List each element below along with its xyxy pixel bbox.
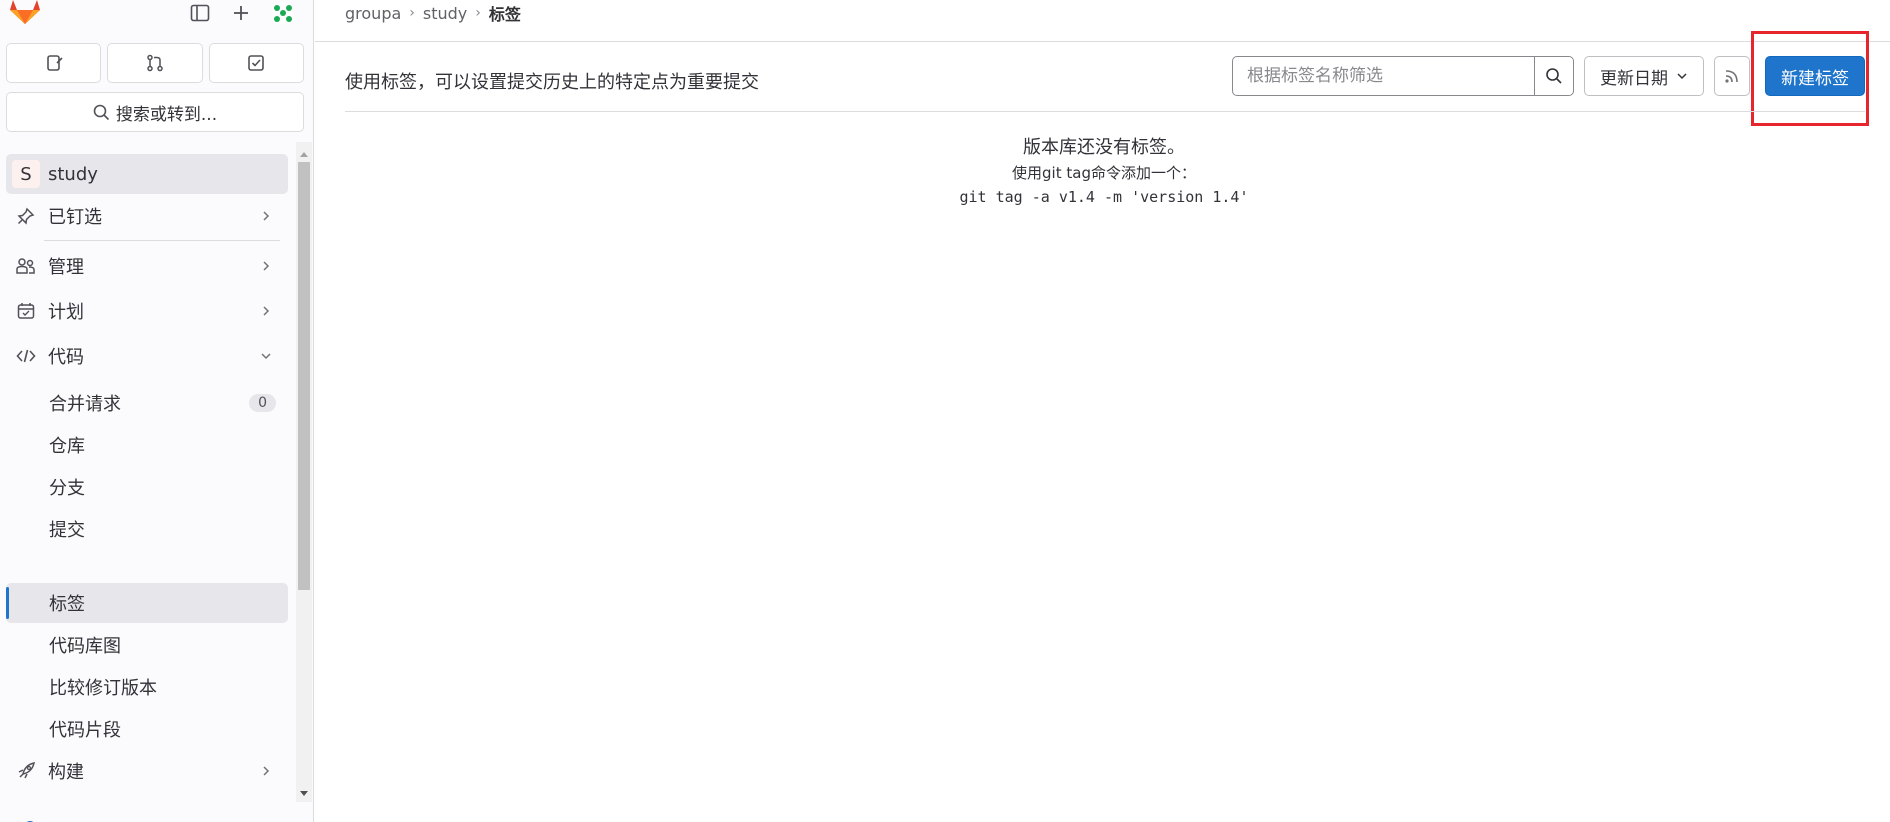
project-avatar: S xyxy=(12,160,40,188)
search-icon xyxy=(93,104,109,120)
sidebar-item-code[interactable]: 代码 xyxy=(6,336,288,376)
breadcrumb-separator-icon: › xyxy=(475,5,481,21)
scroll-up-arrow-icon[interactable] xyxy=(296,146,312,162)
sidebar-item-label: 计划 xyxy=(48,302,84,323)
filter-search-button[interactable] xyxy=(1534,56,1574,96)
sidebar-subitem-label: 标签 xyxy=(49,594,85,615)
sidebar-scrollbar[interactable] xyxy=(296,142,312,802)
chevron-right-icon xyxy=(256,305,276,317)
divider xyxy=(44,240,280,241)
sidebar-subitem-label: 合并请求 xyxy=(49,394,121,415)
breadcrumb-separator-icon: › xyxy=(409,5,415,21)
sidebar: 搜索或转到... 项目 S study 已钉选 管理 计划 代码 xyxy=(0,0,314,822)
header-divider xyxy=(315,41,1890,42)
todo-shortcut-button[interactable] xyxy=(208,43,304,83)
sidebar-item-plan[interactable]: 计划 xyxy=(6,291,288,331)
sidebar-item-pinned[interactable]: 已钉选 xyxy=(6,196,288,236)
project-item-study[interactable]: S study xyxy=(6,154,288,194)
sidebar-subitem-snippets[interactable]: 代码片段 xyxy=(6,709,288,749)
merge-request-icon xyxy=(147,54,163,72)
breadcrumb-group-link[interactable]: groupa xyxy=(345,4,401,23)
rss-icon xyxy=(1725,70,1738,83)
issues-icon xyxy=(46,55,63,71)
empty-state-hint: 使用git tag命令添加一个： xyxy=(1012,164,1196,182)
todo-icon xyxy=(248,55,265,71)
sidebar-item-build[interactable]: 构建 xyxy=(6,751,288,791)
sidebar-subitem-label: 分支 xyxy=(49,478,85,499)
sort-dropdown-label: 更新日期 xyxy=(1600,68,1668,89)
sidebar-nav: 项目 S study 已钉选 管理 计划 代码 合并请求 0 xyxy=(0,142,296,822)
merge-requests-shortcut-button[interactable] xyxy=(107,43,203,83)
sidebar-subitem-compare[interactable]: 比较修订版本 xyxy=(6,667,288,707)
sidebar-toggle-icon[interactable] xyxy=(183,0,217,26)
empty-state-title: 版本库还没有标签。 xyxy=(1023,137,1185,158)
pin-icon xyxy=(12,204,40,228)
empty-state-command: git tag -a v1.4 -m 'version 1.4' xyxy=(959,188,1249,206)
scroll-down-arrow-icon[interactable] xyxy=(296,786,312,802)
sidebar-subitem-label: 提交 xyxy=(49,520,85,541)
user-avatar-icon[interactable] xyxy=(266,0,300,26)
sidebar-item-label: 已钉选 xyxy=(48,207,102,228)
sidebar-subitem-label: 仓库 xyxy=(49,436,85,457)
search-icon xyxy=(1546,68,1562,84)
shortcut-row xyxy=(6,43,304,83)
chevron-right-icon xyxy=(256,260,276,272)
users-icon xyxy=(12,254,40,278)
scrollbar-thumb[interactable] xyxy=(298,162,310,590)
create-new-icon[interactable] xyxy=(224,0,258,26)
sidebar-subitem-merge-requests[interactable]: 合并请求 0 xyxy=(6,383,288,423)
chevron-down-icon xyxy=(1677,73,1687,80)
breadcrumb: groupa › study › 标签 xyxy=(345,1,521,25)
sidebar-subitem-label: 代码库图 xyxy=(49,636,121,657)
sidebar-subitem-label: 比较修订版本 xyxy=(49,678,157,699)
sidebar-item-label: 代码 xyxy=(48,347,84,368)
code-icon xyxy=(12,344,40,368)
sidebar-subitem-tags[interactable]: 标签 xyxy=(6,583,288,623)
page-description: 使用标签，可以设置提交历史上的特定点为重要提交 xyxy=(345,72,759,93)
sidebar-subitem-repository[interactable]: 仓库 xyxy=(6,425,288,465)
rss-feed-button[interactable] xyxy=(1714,56,1750,96)
calendar-icon xyxy=(12,299,40,323)
chevron-down-icon xyxy=(256,351,276,361)
sidebar-subitem-label: 代码片段 xyxy=(49,720,121,741)
chevron-right-icon xyxy=(256,210,276,222)
sidebar-top-bar xyxy=(0,0,314,44)
search-label: 搜索或转到... xyxy=(115,104,218,125)
breadcrumb-current[interactable]: 标签 xyxy=(489,1,521,25)
breadcrumb-project-link[interactable]: study xyxy=(423,4,467,23)
sidebar-item-label: 管理 xyxy=(48,257,84,278)
issues-shortcut-button[interactable] xyxy=(6,43,102,83)
sidebar-subitem-commits[interactable]: 提交 xyxy=(6,509,288,549)
sidebar-item-manage[interactable]: 管理 xyxy=(6,246,288,286)
sort-dropdown[interactable]: 更新日期 xyxy=(1584,56,1704,96)
merge-requests-count-badge: 0 xyxy=(249,394,276,412)
content-divider xyxy=(345,111,1865,112)
chevron-right-icon xyxy=(256,765,276,777)
rocket-icon xyxy=(12,759,40,783)
sidebar-subitem-branches[interactable]: 分支 xyxy=(6,467,288,507)
gitlab-logo-icon[interactable] xyxy=(8,0,42,28)
search-or-goto-button[interactable]: 搜索或转到... xyxy=(6,92,304,132)
project-name: study xyxy=(48,163,98,185)
tag-filter-input[interactable] xyxy=(1232,56,1535,96)
partial-nav-icon xyxy=(22,812,38,822)
sidebar-subitem-repo-graph[interactable]: 代码库图 xyxy=(6,625,288,665)
sidebar-item-label: 构建 xyxy=(48,762,84,783)
